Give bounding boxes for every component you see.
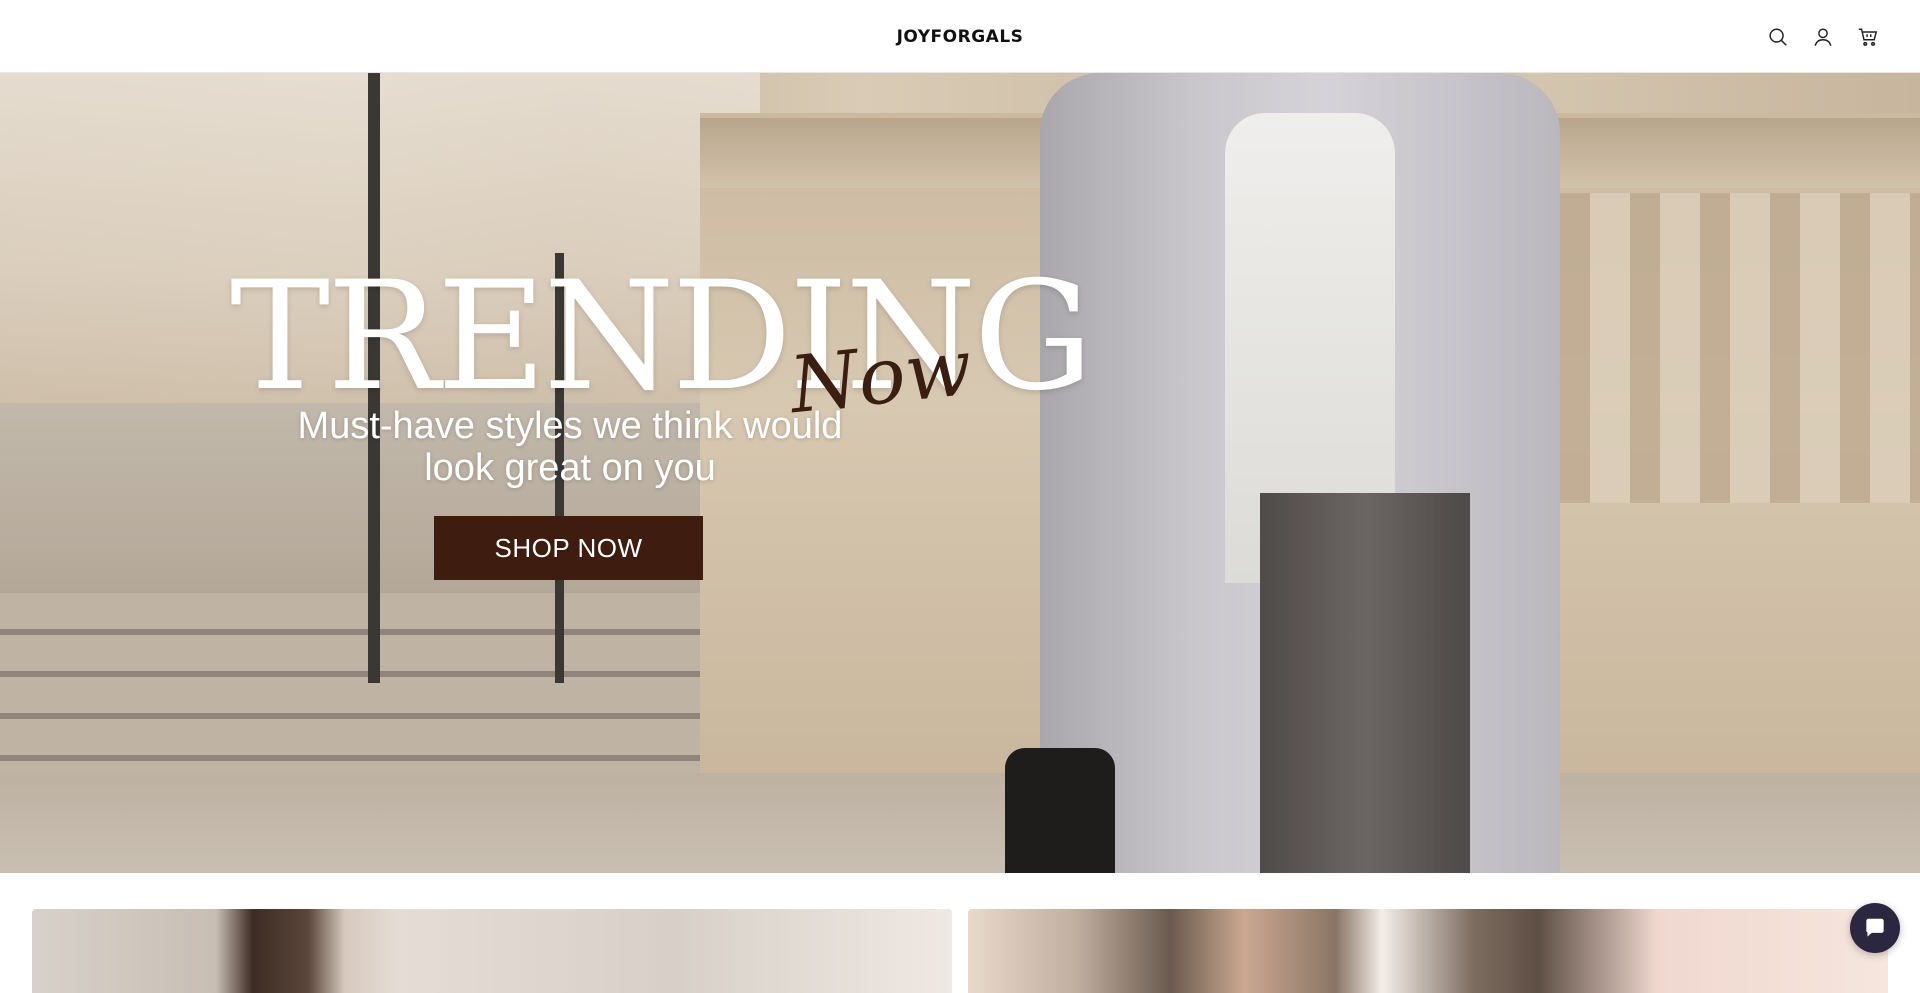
chat-widget-button[interactable]	[1850, 903, 1900, 953]
search-icon[interactable]	[1765, 24, 1790, 49]
logo-link[interactable]: JOYFORGALS	[897, 27, 1024, 47]
site-logo: JOYFORGALS	[0, 0, 1920, 73]
collection-card-right[interactable]	[968, 909, 1888, 993]
account-icon[interactable]	[1810, 24, 1835, 49]
hero-content	[0, 73, 1920, 873]
site-header: JOYFORGALS	[0, 0, 1920, 73]
header-actions	[1765, 0, 1880, 73]
chat-bubble-icon	[1866, 918, 1884, 937]
collection-card-left[interactable]	[32, 909, 952, 993]
cart-icon[interactable]	[1855, 24, 1880, 49]
